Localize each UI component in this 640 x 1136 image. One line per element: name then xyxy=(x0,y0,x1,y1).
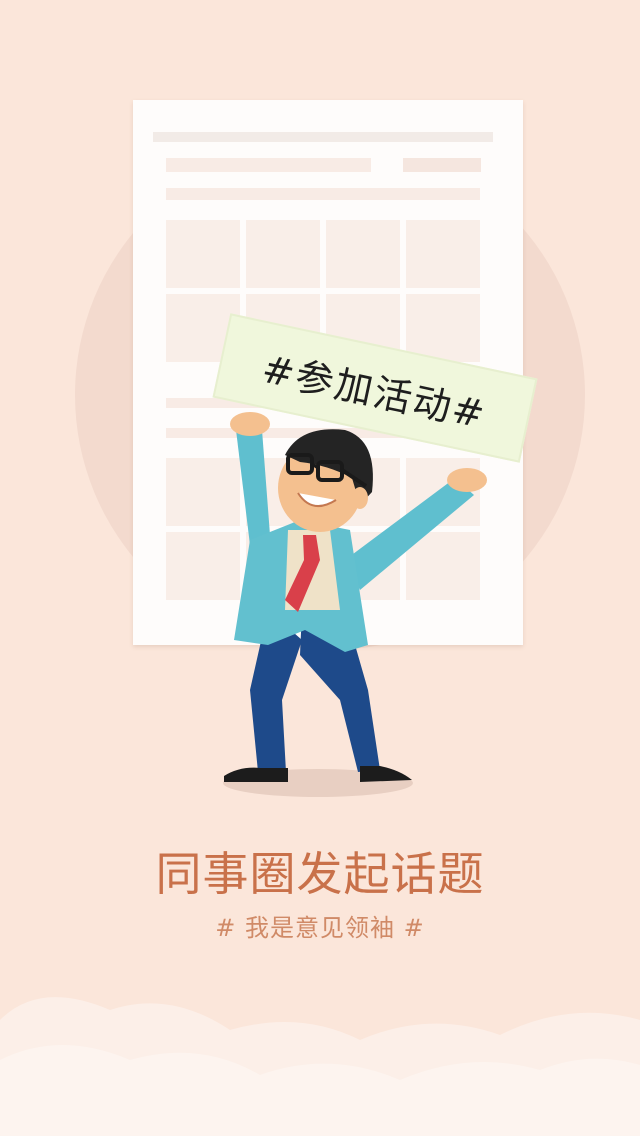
right-shoe xyxy=(360,766,412,782)
left-shoe xyxy=(224,767,288,782)
page-subtitle: # 我是意见领袖 # xyxy=(215,914,425,942)
ear xyxy=(352,487,368,509)
right-hand xyxy=(447,468,487,492)
cloud-footer xyxy=(0,997,640,1136)
left-arm xyxy=(236,430,270,545)
page-title: 同事圈发起话题 xyxy=(155,847,485,901)
left-hand xyxy=(230,412,270,436)
